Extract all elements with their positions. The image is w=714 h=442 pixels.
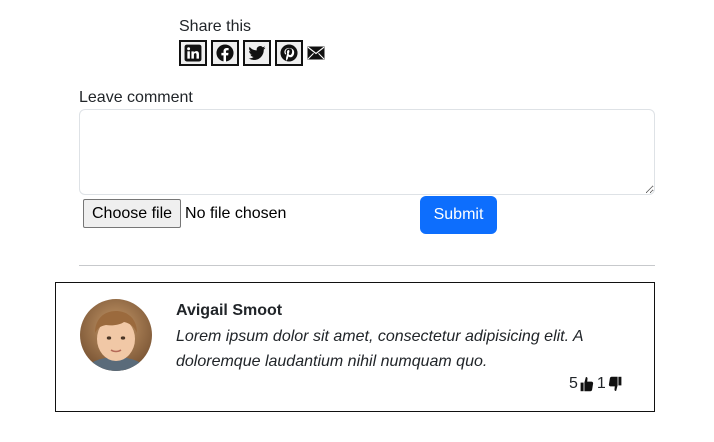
mail-icon [307,46,325,60]
share-linkedin-button[interactable] [179,40,207,66]
comment-author: Avigail Smoot [176,302,283,319]
comment-text: Lorem ipsum dolor sit amet, consectetur … [176,328,583,370]
share-email-link[interactable] [307,45,327,61]
vote-controls: 5 1 [569,375,622,393]
pinterest-icon [280,44,298,62]
file-upload: Choose file No file chosen [83,199,286,228]
thumbs-down-icon[interactable] [608,376,622,392]
linkedin-icon [184,44,202,62]
divider [79,265,655,266]
comment-label: Leave comment [79,89,193,106]
dislikes-count: 1 [596,375,606,392]
choose-file-button[interactable]: Choose file [83,199,182,228]
share-facebook-button[interactable] [211,40,239,66]
avatar-image [80,299,152,371]
share-pinterest-button[interactable] [275,40,303,66]
twitter-icon [248,46,266,60]
share-twitter-button[interactable] [243,40,271,66]
avatar [80,299,152,371]
facebook-icon [216,44,234,62]
thumbs-up-icon[interactable] [580,376,594,392]
share-label: Share this [179,18,252,35]
submit-button[interactable]: Submit [420,196,497,234]
comment-textarea[interactable] [79,109,655,195]
share-buttons [179,40,327,66]
likes-count: 5 [569,375,578,392]
file-status: No file chosen [185,204,287,222]
